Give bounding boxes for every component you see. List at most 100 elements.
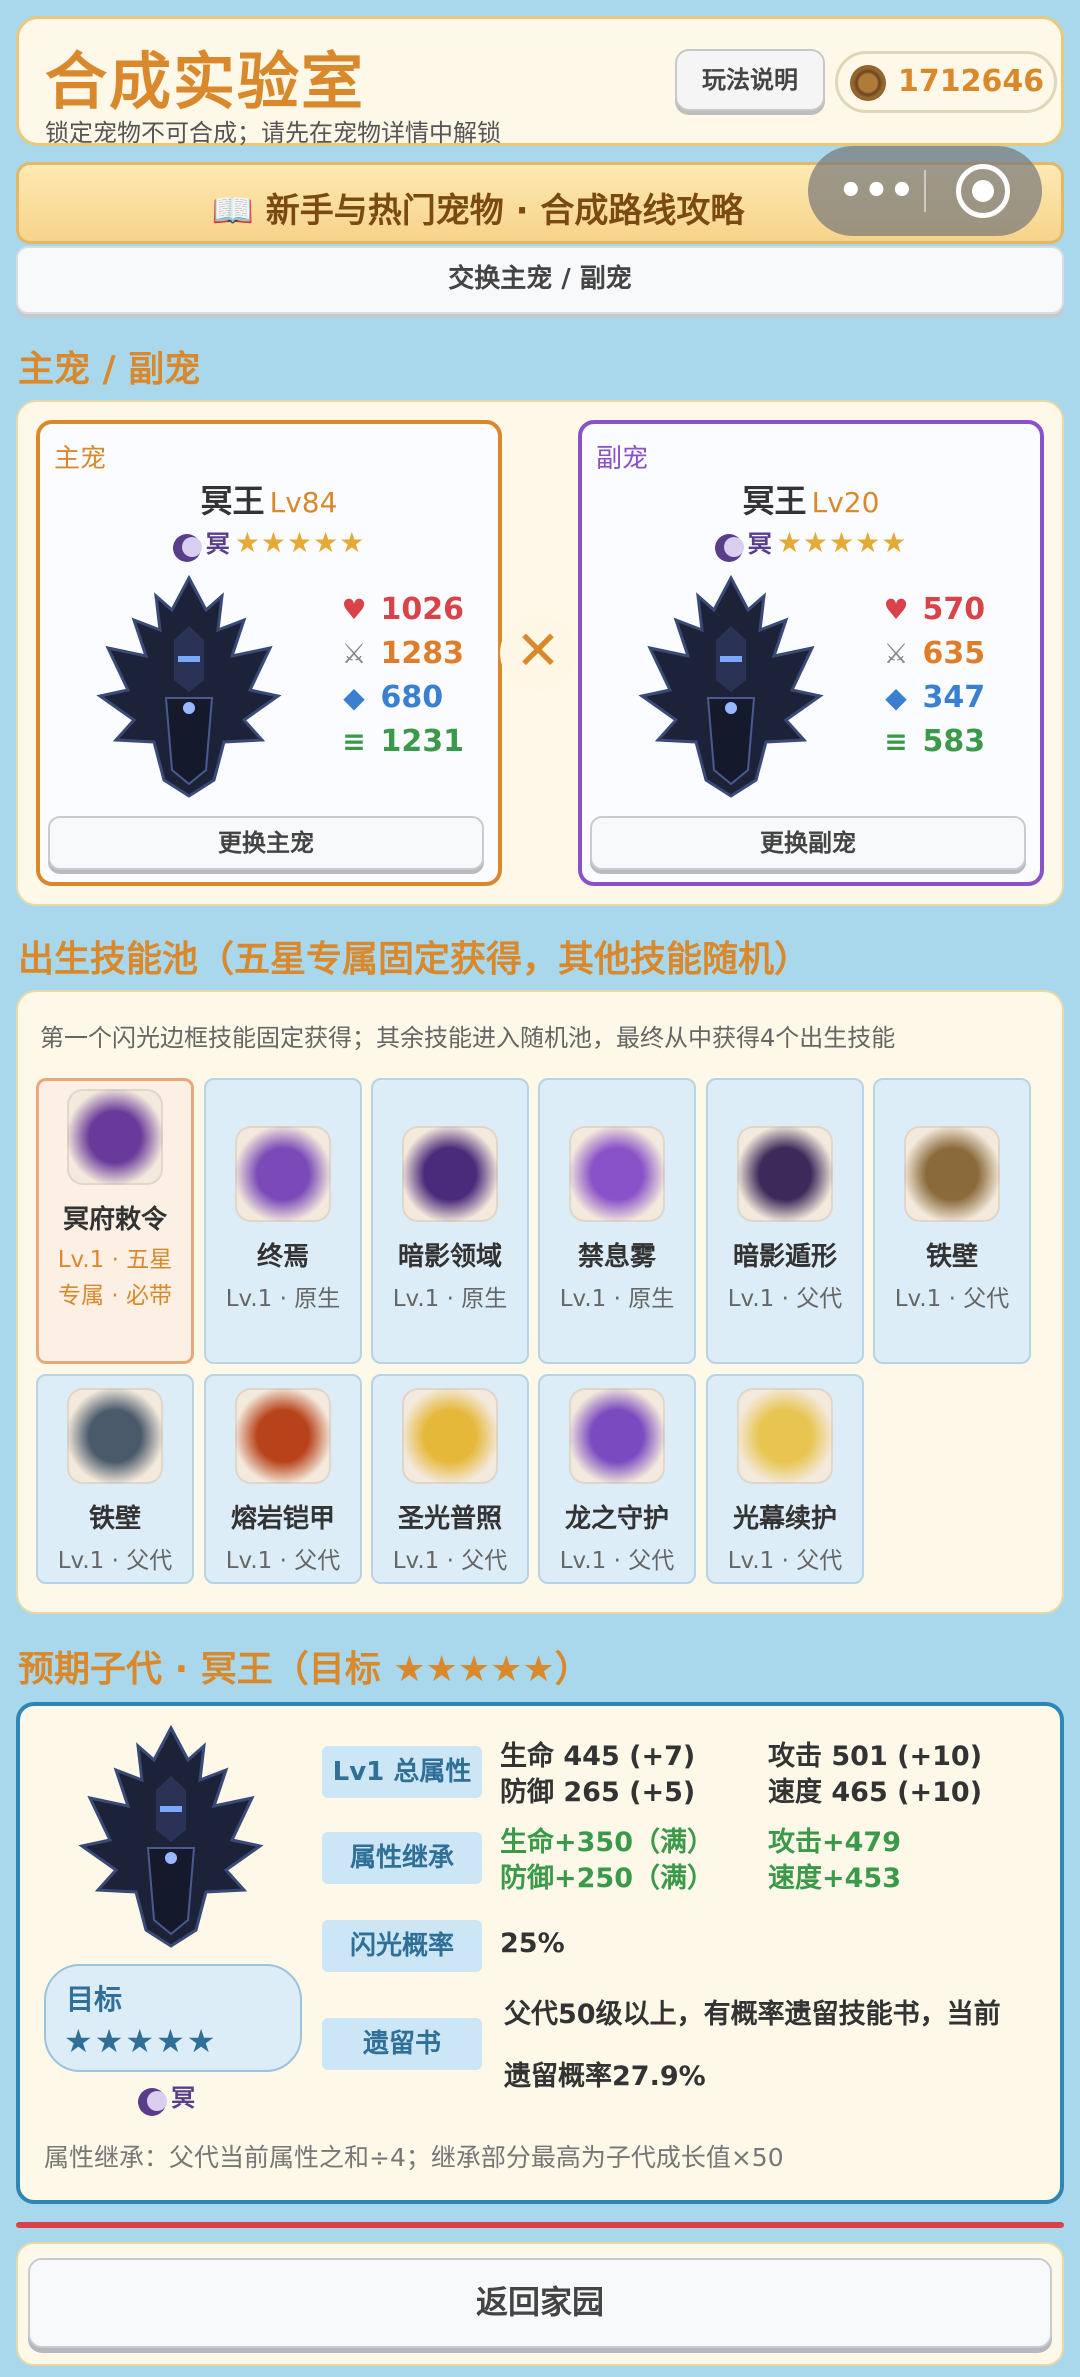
skill-card[interactable]: 圣光普照 Lv.1 · 父代 (371, 1374, 529, 1584)
skill-card[interactable]: 熔岩铠甲 Lv.1 · 父代 (204, 1374, 362, 1584)
skill-name: 终焉 (256, 1242, 309, 1272)
skill-meta: Lv.1 · 父代 (727, 1286, 843, 1312)
shadow-spikes-icon (402, 1126, 498, 1222)
skill-card[interactable]: 暗影遁形 Lv.1 · 父代 (706, 1078, 864, 1364)
skill-meta: Lv.1 · 父代 (225, 1548, 341, 1574)
sub-pet-element: 冥 (747, 530, 772, 558)
skill-name: 铁壁 (925, 1242, 978, 1272)
sub-pet-title: 冥王 Lv20 (582, 476, 1040, 522)
book-line-2: 遗留概率27.9% (504, 2061, 706, 2092)
coin-balance: 1712646 (835, 51, 1057, 113)
skill-name: 禁息雾 (577, 1242, 656, 1272)
skill-meta: Lv.1 · 原生 (392, 1286, 508, 1312)
main-pet-name: 冥王 (200, 482, 265, 520)
main-spd: ≡ 1231 (338, 724, 464, 759)
child-element: 冥 (138, 2078, 195, 2116)
change-main-pet-button[interactable]: 更换主宠 (48, 816, 484, 870)
skill-card[interactable]: 铁壁 Lv.1 · 父代 (873, 1078, 1031, 1364)
main-pet-stars: ★★★★★ (234, 526, 366, 559)
main-pet-role: 主宠 (54, 444, 107, 474)
skills-note: 第一个闪光边框技能固定获得；其余技能进入随机池，最终从中获得4个出生技能 (40, 1024, 896, 1052)
inherit-footnote: 属性继承：父代当前属性之和÷4；继承部分最高为子代成长值×50 (44, 2143, 784, 2172)
child-pet-portrait (78, 1724, 264, 1948)
iron-wall-icon (904, 1126, 1000, 1222)
book-line-1: 父代50级以上，有概率遗留技能书，当前 (504, 1999, 1001, 2030)
skill-meta: Lv.1 · 原生 (559, 1286, 675, 1312)
inherit-hp: 生命+350（满） (500, 1827, 714, 1858)
return-home-button[interactable]: 返回家园 (28, 2258, 1052, 2348)
sub-pet-name: 冥王 (742, 482, 807, 520)
skill-meta: Lv.1 · 父代 (559, 1548, 675, 1574)
divider-strip (16, 2222, 1064, 2228)
diamond-icon: ◆ (343, 681, 365, 714)
child-atk: 攻击 501 (+10) (768, 1741, 983, 1772)
sub-spd: ≡ 583 (880, 724, 985, 759)
more-icon[interactable]: ••• (838, 156, 915, 226)
skill-meta: Lv.1 · 五星专属 · 必带 (57, 1247, 173, 1309)
swap-button[interactable]: 交换主宠 / 副宠 (16, 246, 1064, 314)
skill-name: 暗影领域 (397, 1242, 502, 1272)
sub-pet-rank: 冥 ★★★★★ (582, 524, 1040, 562)
inherit-spd: 速度+453 (768, 1863, 901, 1894)
main-def: ◆ 680 (338, 680, 443, 715)
target-badge: 目标 ★★★★★ (44, 1964, 302, 2072)
help-button[interactable]: 玩法说明 (675, 49, 825, 111)
skill-card[interactable]: 禁息雾 Lv.1 · 原生 (538, 1078, 696, 1364)
miniprogram-capsule: ••• (808, 146, 1042, 236)
void-orb-icon (235, 1126, 331, 1222)
total-attr-tag: Lv1 总属性 (322, 1746, 482, 1798)
skill-card[interactable]: 暗影领域 Lv.1 · 原生 (371, 1078, 529, 1364)
heart-icon: ♥ (341, 593, 367, 626)
skill-card[interactable]: 冥府敕令 Lv.1 · 五星专属 · 必带 (36, 1078, 194, 1364)
coin-icon (850, 65, 886, 101)
child-def: 防御 265 (+5) (500, 1777, 696, 1808)
steel-shield-icon (67, 1388, 163, 1484)
purple-mist-icon (569, 1126, 665, 1222)
change-sub-pet-button[interactable]: 更换副宠 (590, 816, 1026, 870)
child-hp: 生命 445 (+7) (500, 1741, 696, 1772)
target-label: 目标 (66, 1983, 123, 2016)
dark-element-icon (138, 2087, 167, 2116)
main-pet-portrait (96, 574, 282, 798)
skill-card[interactable]: 铁壁 Lv.1 · 父代 (36, 1374, 194, 1584)
heart-icon: ♥ (883, 593, 909, 626)
sub-pet-portrait (638, 574, 824, 798)
pets-section-title: 主宠 / 副宠 (18, 349, 201, 390)
main-pet-card: 主宠 冥王 Lv84 冥 ★★★★★ ♥ 1026 ⚔ 1283 ◆ 680 ≡… (36, 420, 502, 886)
close-target-icon[interactable] (956, 164, 1010, 218)
skill-name: 圣光普照 (397, 1504, 502, 1534)
child-section-title: 预期子代 · 冥王（目标 ★★★★★） (18, 1649, 591, 1690)
capsule-divider (924, 170, 926, 212)
dragon-guard-icon (569, 1388, 665, 1484)
main-pet-level: Lv84 (269, 486, 338, 519)
dark-element-icon (172, 533, 202, 562)
sub-atk: ⚔ 635 (880, 636, 985, 671)
sub-def: ◆ 347 (880, 680, 985, 715)
main-pet-rank: 冥 ★★★★★ (40, 524, 498, 562)
dark-element-icon (714, 533, 744, 562)
page-title: 合成实验室 (45, 45, 366, 118)
sub-pet-card: 副宠 冥王 Lv20 冥 ★★★★★ ♥ 570 ⚔ 635 ◆ 347 ≡ 5… (578, 420, 1044, 886)
lava-armor-icon (235, 1388, 331, 1484)
lock-hint: 锁定宠物不可合成；请先在宠物详情中解锁 (45, 119, 501, 147)
skill-name: 冥府敕令 (62, 1205, 167, 1235)
shiny-tag: 闪光概率 (322, 1920, 482, 1972)
speed-lines-icon: ≡ (342, 725, 366, 758)
sub-hp: ♥ 570 (880, 592, 985, 627)
main-atk: ⚔ 1283 (338, 636, 464, 671)
main-pet-title: 冥王 Lv84 (40, 476, 498, 522)
dark-crest-icon (67, 1089, 163, 1185)
skill-meta: Lv.1 · 原生 (225, 1286, 341, 1312)
skill-meta: Lv.1 · 父代 (727, 1548, 843, 1574)
skill-name: 铁壁 (88, 1504, 141, 1534)
shiny-rate: 25% (500, 1928, 565, 1959)
combine-times-icon: ✕ (500, 615, 576, 691)
skill-card[interactable]: 光幕续护 Lv.1 · 父代 (706, 1374, 864, 1584)
light-veil-icon (737, 1388, 833, 1484)
sub-pet-stars: ★★★★★ (776, 526, 908, 559)
swords-icon: ⚔ (883, 637, 909, 670)
book-tag: 遗留书 (322, 2018, 482, 2070)
skill-card[interactable]: 终焉 Lv.1 · 原生 (204, 1078, 362, 1364)
skill-card[interactable]: 龙之守护 Lv.1 · 父代 (538, 1374, 696, 1584)
skills-section-title: 出生技能池（五星专属固定获得，其他技能随机） (18, 939, 811, 980)
